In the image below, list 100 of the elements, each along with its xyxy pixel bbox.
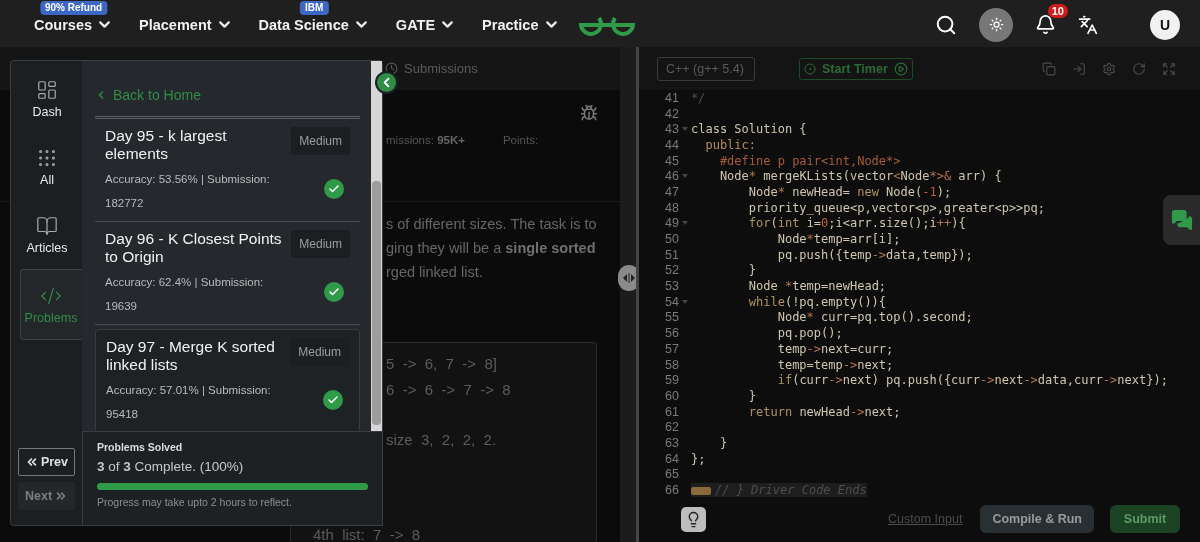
code-line: class Solution { bbox=[691, 122, 807, 137]
description-line: rged linked list. bbox=[386, 264, 484, 281]
example-line: 4th list: 7 -> 8 bbox=[313, 527, 421, 542]
problem-card[interactable]: Day 96 - K Closest Points to Origin Medium Accuracy: 62.4% | Submission: 19639 bbox=[95, 222, 360, 325]
user-avatar[interactable]: U bbox=[1150, 9, 1180, 40]
line-number: 56 bbox=[664, 326, 679, 341]
progress-heading: Problems Solved bbox=[97, 441, 184, 453]
line-number: 41 bbox=[664, 90, 679, 105]
nav-menu-item[interactable]: GATE bbox=[395, 16, 457, 33]
code-line: for(int i=0;i<arr.size();i++){ bbox=[747, 216, 966, 231]
code-line: Node *temp=newHead; bbox=[747, 279, 887, 294]
code-line: public: bbox=[704, 137, 757, 152]
line-number: 44 bbox=[664, 137, 679, 152]
line-number: 42 bbox=[664, 106, 679, 121]
line-number: 59 bbox=[664, 373, 679, 388]
sidebar-nav-item[interactable]: All bbox=[16, 133, 77, 201]
problem-card[interactable]: Day 97 - Merge K sorted linked lists Medium Accuracy: 57.01% | Submission: 95418 bbox=[95, 329, 360, 433]
chat-button[interactable] bbox=[1163, 195, 1200, 245]
line-number: 66 bbox=[664, 483, 679, 498]
chat-icon bbox=[1170, 209, 1193, 231]
line-number: 46 bbox=[664, 169, 679, 184]
code-line: } bbox=[747, 388, 757, 403]
line-number: 55 bbox=[664, 310, 679, 325]
bell-icon[interactable] bbox=[1035, 14, 1056, 35]
back-to-home-link[interactable]: Back to Home bbox=[95, 87, 360, 119]
play-icon bbox=[893, 61, 908, 76]
code-line: Node* curr=pq.top().second; bbox=[776, 310, 973, 325]
code-line: return newHead->next; bbox=[747, 404, 901, 419]
problem-stats: Accuracy: 57.01% | Submission: 95418 bbox=[106, 383, 272, 422]
sidebar-nav-label: Dash bbox=[32, 105, 62, 119]
line-number: 65 bbox=[664, 467, 679, 482]
sidebar-nav-label: Articles bbox=[26, 241, 68, 255]
line-number: 51 bbox=[664, 247, 679, 262]
dashboard-icon bbox=[36, 79, 58, 101]
line-number: 58 bbox=[664, 357, 679, 372]
problem-meta: Points: bbox=[502, 134, 539, 146]
code-line: temp->next=curr; bbox=[776, 341, 894, 356]
compile-run-button[interactable]: Compile & Run bbox=[980, 505, 1094, 533]
line-number: 53 bbox=[664, 279, 679, 294]
line-number: 63 bbox=[664, 435, 679, 450]
translate-icon[interactable] bbox=[1078, 14, 1098, 35]
target-icon bbox=[804, 62, 816, 75]
search-icon[interactable] bbox=[935, 13, 957, 36]
line-number: 57 bbox=[664, 341, 679, 356]
code-line: #define p pair<int,Node*> bbox=[718, 153, 901, 168]
sidebar-nav-item[interactable]: Dash bbox=[16, 65, 77, 133]
theme-toggle-button[interactable] bbox=[979, 7, 1013, 42]
problem-stats: Accuracy: 53.56% | Submission: 182772 bbox=[105, 172, 271, 211]
code-line: while(!pq.empty()){ bbox=[747, 294, 887, 309]
book-icon bbox=[36, 215, 58, 237]
line-number: 62 bbox=[664, 420, 679, 435]
notification-count: 10 bbox=[1047, 4, 1068, 18]
difficulty-tag: Medium bbox=[291, 127, 350, 155]
line-number: 61 bbox=[664, 404, 679, 419]
line-number: 47 bbox=[664, 184, 679, 199]
double-chevron-left-icon bbox=[25, 455, 39, 469]
grid-icon bbox=[36, 147, 58, 169]
sun-icon bbox=[988, 17, 1004, 32]
line-number: 60 bbox=[664, 388, 679, 403]
nav-menu-item[interactable]: Practice bbox=[482, 16, 560, 33]
problem-title: Day 95 - k largest elements bbox=[105, 127, 228, 163]
difficulty-tag: Medium bbox=[291, 230, 350, 258]
sidebar-nav-item[interactable]: Problems bbox=[19, 269, 82, 340]
code-line: temp=temp->next; bbox=[776, 357, 894, 372]
code-line: Node*temp=arr[i]; bbox=[776, 232, 901, 247]
line-number: 64 bbox=[664, 451, 679, 466]
code-line: */ bbox=[691, 90, 706, 105]
problem-stats: Accuracy: 62.4% | Submission: 19639 bbox=[105, 275, 265, 314]
example-line: 6 -> 6 -> 7 -> 8 bbox=[386, 381, 511, 398]
nav-menu-item[interactable]: Placement bbox=[139, 16, 233, 33]
nav-badge: 90% Refund bbox=[39, 1, 108, 15]
problem-title: Day 96 - K Closest Points to Origin bbox=[105, 230, 283, 266]
difficulty-tag: Medium bbox=[290, 338, 349, 366]
code-line: } bbox=[747, 263, 757, 278]
code-line: } bbox=[718, 435, 728, 450]
example-line: 5 -> 6, 7 -> 8] bbox=[386, 355, 497, 372]
code-line: Node* mergeKLists(vector<Node*>& arr) { bbox=[718, 169, 1002, 184]
problem-meta: missions: 95K+ bbox=[386, 134, 465, 146]
code-line: pq.push({temp->data,temp}); bbox=[776, 247, 973, 262]
line-number: 48 bbox=[664, 200, 679, 215]
sidebar-nav-item[interactable]: Articles bbox=[16, 201, 77, 269]
prev-button[interactable]: Prev bbox=[18, 448, 75, 476]
sidebar-nav-label: Problems bbox=[24, 310, 78, 325]
line-number: 50 bbox=[664, 232, 679, 247]
nav-badge: IBM bbox=[300, 1, 329, 15]
code-line: priority_queue<p,vector<p>,greater<p>>pq; bbox=[747, 200, 1045, 215]
bug-icon[interactable] bbox=[580, 104, 598, 122]
code-line: if(curr->next) pq.push({curr->next->data,curr->next}); bbox=[776, 373, 1168, 388]
description-line: s of different sizes. The task is to bbox=[386, 216, 598, 233]
line-number: 52 bbox=[664, 263, 679, 278]
hint-button[interactable] bbox=[681, 506, 706, 532]
problem-title: Day 97 - Merge K sorted linked lists bbox=[106, 338, 276, 374]
sidebar-nav-label: All bbox=[40, 173, 54, 187]
progress-summary: 3 of 3 Complete. (100%) bbox=[97, 459, 245, 474]
clock-icon bbox=[385, 62, 398, 75]
line-number: 54 bbox=[664, 294, 679, 309]
progress-note: Progress may take upto 2 hours to reflect. bbox=[97, 496, 293, 508]
problem-card[interactable]: Day 95 - k largest elements Medium Accuracy: 53.56% | Submission: 182772 bbox=[95, 119, 360, 222]
line-number: 45 bbox=[664, 153, 679, 168]
line-number: 49 bbox=[664, 216, 679, 231]
